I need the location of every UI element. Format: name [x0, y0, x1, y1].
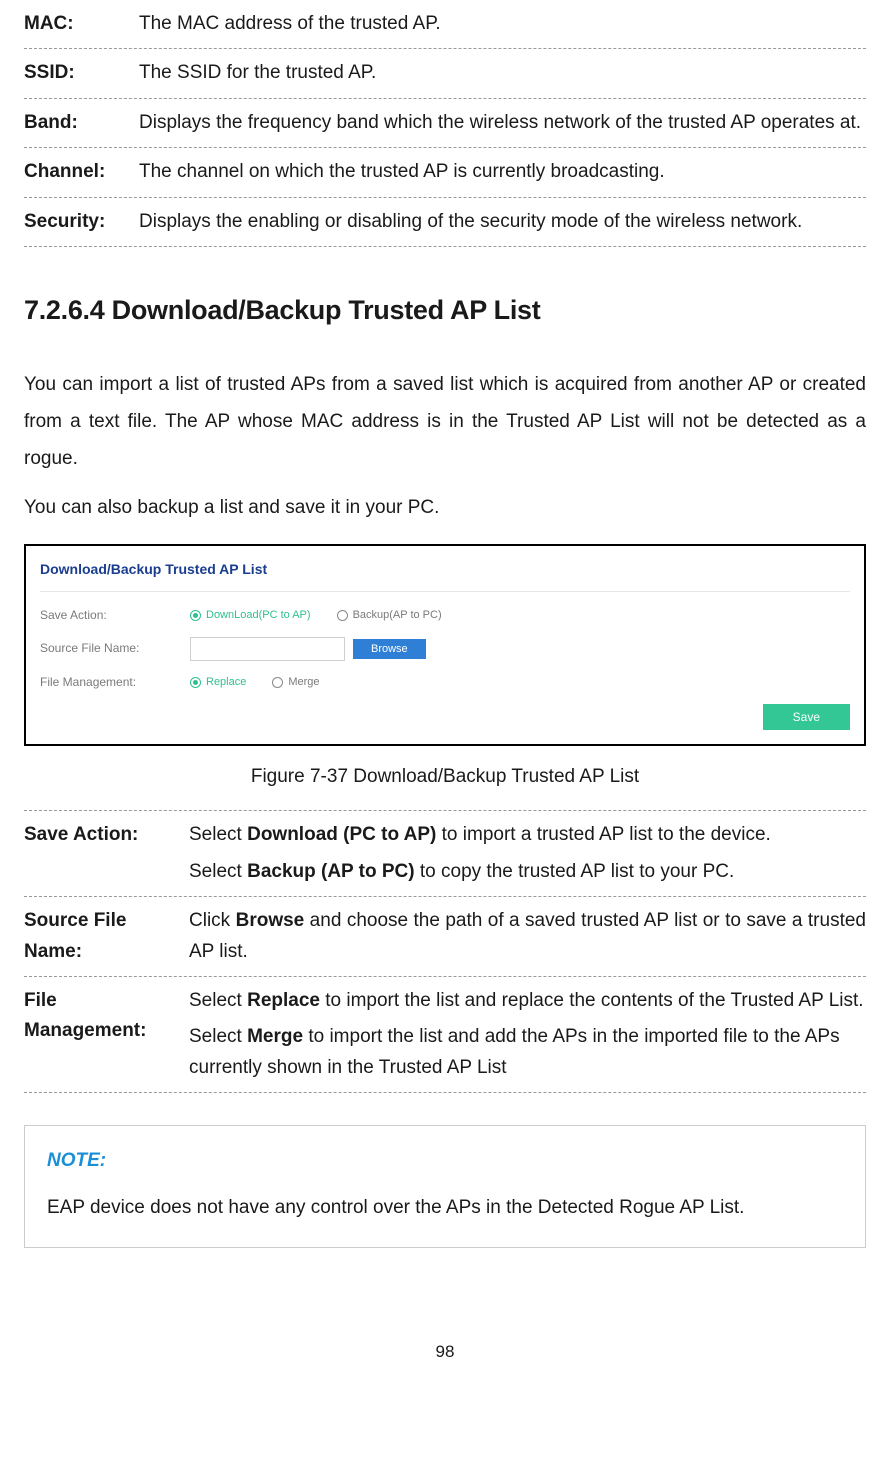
table-row: Save Action: Select Download (PC to AP) …	[24, 810, 866, 897]
table-row: Source File Name: Click Browse and choos…	[24, 897, 866, 977]
bold-text: Merge	[247, 1026, 303, 1047]
bold-text: Download (PC to AP)	[247, 824, 436, 845]
radio-dot-icon	[272, 677, 283, 688]
term-desc: Select Replace to import the list and re…	[189, 986, 866, 1083]
file-management-label: File Management:	[40, 673, 190, 692]
body-paragraph: You can import a list of trusted APs fro…	[24, 366, 866, 477]
term-label: Source File Name:	[24, 906, 189, 967]
radio-download[interactable]: DownLoad(PC to AP)	[190, 607, 311, 625]
term-label: Channel:	[24, 157, 139, 187]
radio-label: Backup(AP to PC)	[353, 607, 442, 625]
file-management-row: File Management: Replace Merge	[40, 673, 850, 692]
term-label: Security:	[24, 207, 139, 237]
text: Select	[189, 861, 247, 882]
term-desc: Click Browse and choose the path of a sa…	[189, 906, 866, 967]
radio-dot-icon	[190, 610, 201, 621]
radio-label: Replace	[206, 674, 246, 692]
save-action-row: Save Action: DownLoad(PC to AP) Backup(A…	[40, 606, 850, 625]
radio-label: DownLoad(PC to AP)	[206, 607, 311, 625]
radio-backup[interactable]: Backup(AP to PC)	[337, 607, 442, 625]
table-row: MAC: The MAC address of the trusted AP.	[24, 0, 866, 49]
term-label: Band:	[24, 108, 139, 138]
source-file-input[interactable]	[190, 637, 345, 661]
table-row: SSID: The SSID for the trusted AP.	[24, 49, 866, 98]
source-file-row: Source File Name: Browse	[40, 637, 850, 661]
browse-button[interactable]: Browse	[353, 639, 426, 659]
section-heading: 7.2.6.4 Download/Backup Trusted AP List	[24, 289, 866, 332]
text: to import a trusted AP list to the devic…	[436, 824, 770, 845]
bold-text: Browse	[236, 910, 305, 931]
term-desc: Select Download (PC to AP) to import a t…	[189, 820, 866, 887]
save-button[interactable]: Save	[763, 704, 850, 730]
text: Select	[189, 1026, 247, 1047]
screenshot-title: Download/Backup Trusted AP List	[40, 558, 850, 580]
table-row: Band: Displays the frequency band which …	[24, 99, 866, 148]
term-desc: Displays the enabling or disabling of th…	[139, 207, 866, 237]
figure-caption: Figure 7-37 Download/Backup Trusted AP L…	[24, 762, 866, 792]
term-desc: Displays the frequency band which the wi…	[139, 108, 866, 138]
screenshot-figure: Download/Backup Trusted AP List Save Act…	[24, 544, 866, 746]
source-file-label: Source File Name:	[40, 639, 190, 658]
text: to copy the trusted AP list to your PC.	[415, 861, 735, 882]
term-label: Save Action:	[24, 820, 189, 887]
body-paragraph: You can also backup a list and save it i…	[24, 489, 866, 526]
radio-merge[interactable]: Merge	[272, 674, 319, 692]
radio-dot-icon	[190, 677, 201, 688]
page-number: 98	[24, 1338, 866, 1395]
note-title: NOTE:	[47, 1146, 843, 1176]
term-label: File Management:	[24, 986, 189, 1083]
table-row: Security: Displays the enabling or disab…	[24, 198, 866, 247]
text: to import the list and replace the conte…	[320, 990, 864, 1011]
divider	[40, 591, 850, 592]
term-label: MAC:	[24, 9, 139, 39]
definitions-table-1: MAC: The MAC address of the trusted AP. …	[24, 0, 866, 247]
definitions-table-2: Save Action: Select Download (PC to AP) …	[24, 810, 866, 1093]
term-desc: The channel on which the trusted AP is c…	[139, 157, 866, 187]
bold-text: Backup (AP to PC)	[247, 861, 415, 882]
note-body: EAP device does not have any control ove…	[47, 1193, 843, 1223]
radio-replace[interactable]: Replace	[190, 674, 246, 692]
save-action-label: Save Action:	[40, 606, 190, 625]
term-desc: The MAC address of the trusted AP.	[139, 9, 866, 39]
term-desc: The SSID for the trusted AP.	[139, 58, 866, 88]
radio-dot-icon	[337, 610, 348, 621]
radio-label: Merge	[288, 674, 319, 692]
table-row: Channel: The channel on which the truste…	[24, 148, 866, 197]
note-box: NOTE: EAP device does not have any contr…	[24, 1125, 866, 1248]
term-label: SSID:	[24, 58, 139, 88]
bold-text: Replace	[247, 990, 320, 1011]
table-row: File Management: Select Replace to impor…	[24, 977, 866, 1093]
text: Select	[189, 990, 247, 1011]
text: Select	[189, 824, 247, 845]
text: Click	[189, 910, 236, 931]
